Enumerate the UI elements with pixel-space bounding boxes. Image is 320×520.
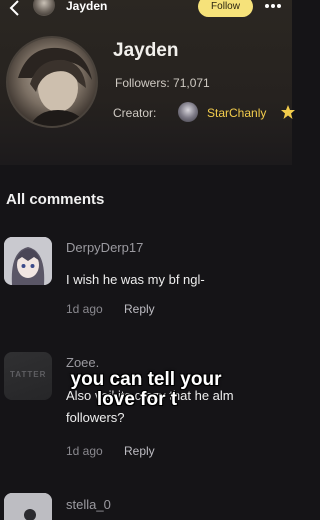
comment-time: 1d ago xyxy=(66,444,103,458)
follow-button[interactable]: Follow xyxy=(198,0,253,17)
followers-count: Followers: 71,071 xyxy=(115,76,210,90)
comment-text-continued: followers? xyxy=(66,410,125,425)
reply-button[interactable]: Reply xyxy=(124,302,155,316)
avatar-figure-icon xyxy=(4,493,52,520)
creator-name[interactable]: StarChanly xyxy=(207,106,266,120)
comments-title: All comments xyxy=(6,191,105,208)
comment-username[interactable]: Zoee. xyxy=(66,355,99,370)
comment-avatar[interactable] xyxy=(4,237,52,285)
chevron-left-icon[interactable] xyxy=(8,0,22,16)
caption-line-2: love for t xyxy=(96,389,178,410)
star-icon xyxy=(281,105,295,119)
caption-line-1: you can tell your xyxy=(70,369,222,390)
header-name: Jayden xyxy=(66,0,108,13)
video-caption-overlay: you can tell your love for t xyxy=(0,370,292,410)
profile-avatar xyxy=(6,36,98,128)
top-bar: Jayden Follow xyxy=(0,0,292,18)
profile-name: Jayden xyxy=(113,40,179,61)
reply-button[interactable]: Reply xyxy=(124,444,155,458)
creator-avatar[interactable] xyxy=(178,102,198,122)
comment-username[interactable]: stella_0 xyxy=(66,497,111,512)
anime-girl-icon xyxy=(4,237,52,285)
more-horizontal-icon[interactable] xyxy=(264,3,282,9)
header-avatar xyxy=(33,0,55,16)
comment-time: 1d ago xyxy=(66,302,103,316)
avatar-portrait-icon xyxy=(18,47,92,126)
comment-avatar[interactable] xyxy=(4,493,52,520)
comment-username[interactable]: DerpyDerp17 xyxy=(66,240,143,255)
creator-label: Creator: xyxy=(113,106,157,120)
comment-text: I wish he was my bf ngl- xyxy=(66,272,205,287)
